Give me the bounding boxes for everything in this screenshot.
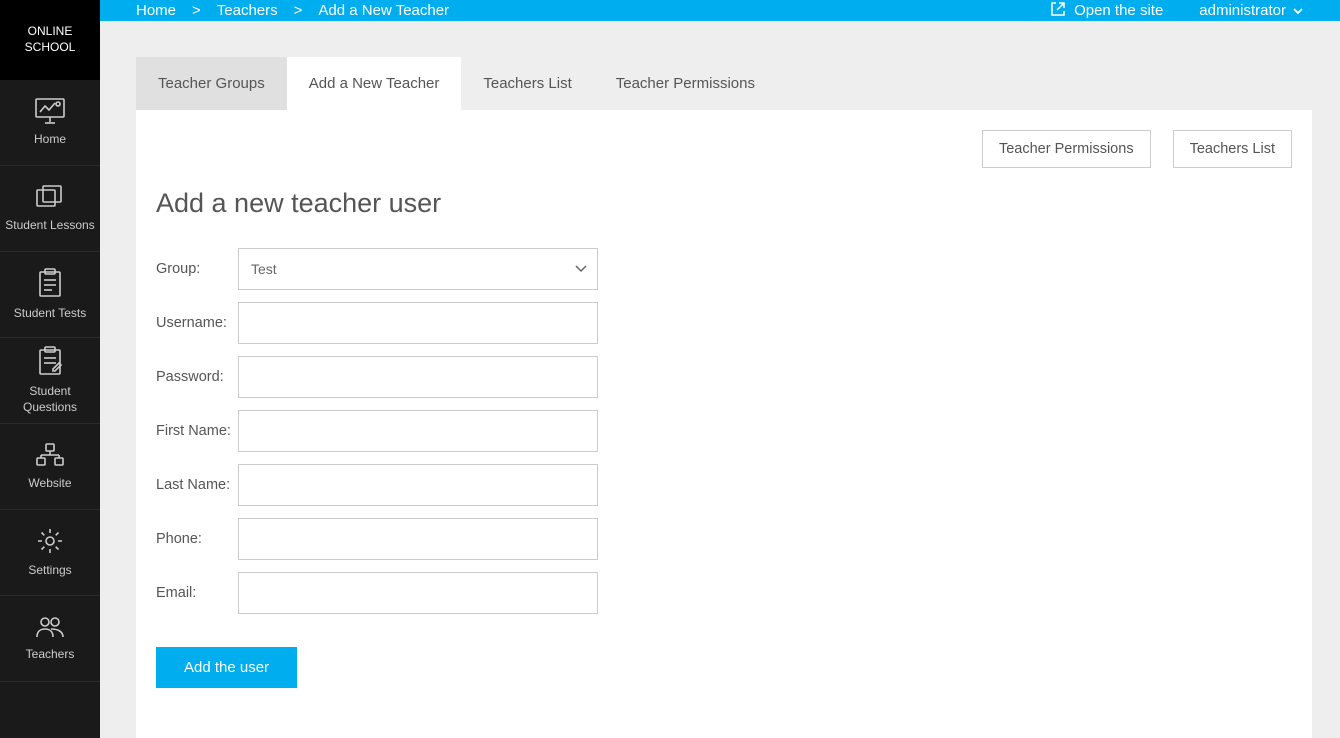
breadcrumb-sep: > [192,2,201,19]
teacher-permissions-button[interactable]: Teacher Permissions [982,130,1151,168]
form-row-username: Username: [156,299,1292,347]
header: Home > Teachers > Add a New Teacher Open… [100,0,1340,21]
form-row-password: Password: [156,353,1292,401]
sidebar-item-label: Settings [28,563,71,579]
sidebar-item-student-questions[interactable]: Student Questions [0,338,100,424]
tab-teacher-groups[interactable]: Teacher Groups [136,57,287,110]
first-name-input[interactable] [238,410,598,452]
teachers-list-button[interactable]: Teachers List [1173,130,1292,168]
last-name-label: Last Name: [156,477,238,493]
email-label: Email: [156,585,238,601]
username-label: Username: [156,315,238,331]
gear-icon [36,527,64,555]
form-row-email: Email: [156,569,1292,617]
sidebar-item-website[interactable]: Website [0,424,100,510]
sidebar-item-label: Student Questions [4,384,96,415]
first-name-label: First Name: [156,423,238,439]
tab-teacher-permissions[interactable]: Teacher Permissions [594,57,777,110]
group-select[interactable]: Test [238,248,598,290]
password-label: Password: [156,369,238,385]
clipboard-icon [37,268,63,298]
user-label: administrator [1199,2,1286,19]
sitemap-icon [35,442,65,468]
user-menu[interactable]: administrator [1199,2,1304,19]
tab-add-new-teacher[interactable]: Add a New Teacher [287,57,462,110]
header-right: Open the site administrator [1050,1,1304,21]
open-site-link[interactable]: Open the site [1050,1,1163,21]
sidebar-item-home[interactable]: Home [0,80,100,166]
sidebar-logo[interactable]: ONLINE SCHOOL [0,0,100,80]
sidebar-item-teachers[interactable]: Teachers [0,596,100,682]
panel: Teacher Permissions Teachers List Add a … [136,110,1312,738]
copies-icon [35,184,65,210]
add-teacher-form: Group: Test Username: Password: [156,245,1292,688]
sidebar-item-settings[interactable]: Settings [0,510,100,596]
email-input[interactable] [238,572,598,614]
sidebar-item-label: Home [34,132,66,148]
sidebar: ONLINE SCHOOL Home Studen [0,0,100,738]
username-input[interactable] [238,302,598,344]
logo-text: ONLINE SCHOOL [25,24,76,55]
panel-actions: Teacher Permissions Teachers List [156,130,1292,168]
phone-label: Phone: [156,531,238,547]
clipboard-pencil-icon [37,346,63,376]
phone-input[interactable] [238,518,598,560]
password-input[interactable] [238,356,598,398]
tabs: Teacher Groups Add a New Teacher Teacher… [136,57,1312,110]
external-link-icon [1050,1,1066,21]
chevron-down-icon [1292,2,1304,19]
panel-title: Add a new teacher user [156,188,1292,219]
sidebar-item-label: Website [28,476,71,492]
breadcrumb: Home > Teachers > Add a New Teacher [136,2,449,19]
breadcrumb-sep: > [294,2,303,19]
group-label: Group: [156,261,238,277]
app-root: ONLINE SCHOOL Home Studen [0,0,1340,738]
sidebar-item-label: Student Tests [14,306,87,322]
presentation-icon [35,98,65,124]
breadcrumb-current: Add a New Teacher [318,2,449,19]
last-name-input[interactable] [238,464,598,506]
sidebar-item-label: Student Lessons [5,218,94,234]
content: Teacher Groups Add a New Teacher Teacher… [100,21,1340,738]
breadcrumb-teachers[interactable]: Teachers [217,2,278,19]
form-row-first-name: First Name: [156,407,1292,455]
sidebar-item-student-tests[interactable]: Student Tests [0,252,100,338]
breadcrumb-home[interactable]: Home [136,2,176,19]
main: Home > Teachers > Add a New Teacher Open… [100,0,1340,738]
add-user-button[interactable]: Add the user [156,647,297,688]
tab-teachers-list[interactable]: Teachers List [461,57,593,110]
form-row-phone: Phone: [156,515,1292,563]
sidebar-item-student-lessons[interactable]: Student Lessons [0,166,100,252]
people-icon [35,615,65,639]
open-site-label: Open the site [1074,2,1163,19]
form-row-last-name: Last Name: [156,461,1292,509]
form-row-group: Group: Test [156,245,1292,293]
sidebar-item-label: Teachers [26,647,75,663]
